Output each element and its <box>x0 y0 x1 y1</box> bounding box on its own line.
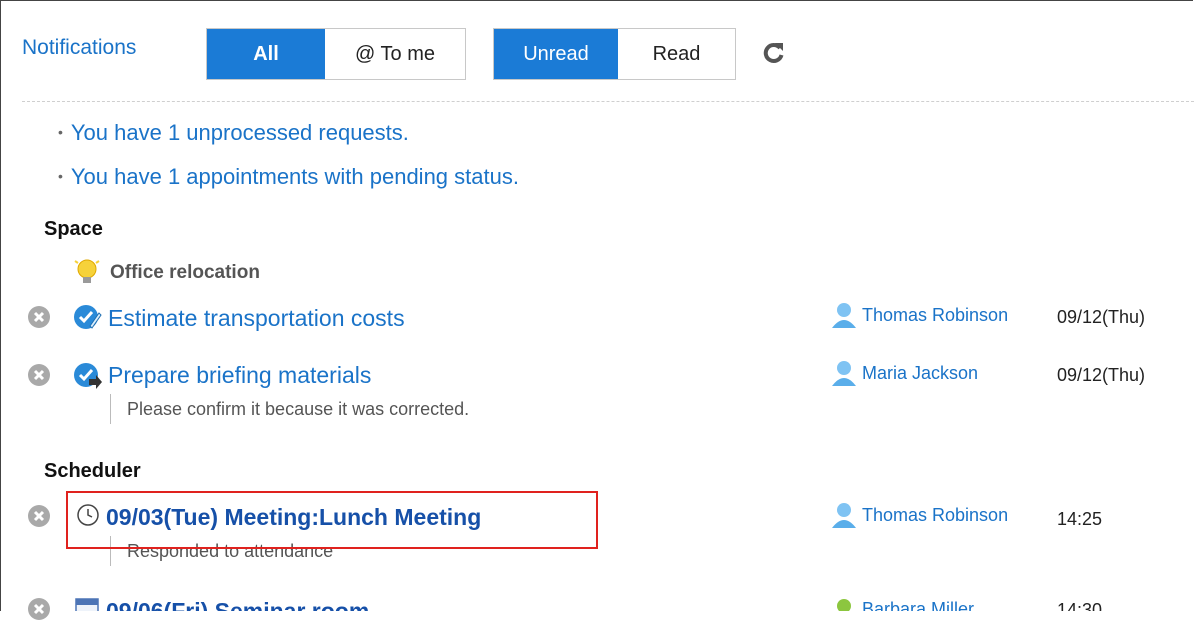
space-section-heading: Space <box>44 218 103 240</box>
notification-comment: Please confirm it because it was correct… <box>110 394 469 424</box>
page-title: Notifications <box>22 36 137 59</box>
user-name-link[interactable]: Maria Jackson <box>862 363 978 384</box>
tab-read[interactable]: Read <box>618 29 735 79</box>
user-icon <box>830 302 858 328</box>
user-icon <box>830 598 858 611</box>
notification-date: 14:30 <box>1057 600 1103 611</box>
pending-appointments-link[interactable]: You have 1 appointments with pending sta… <box>58 164 519 190</box>
user-name-link[interactable]: Thomas Robinson <box>862 505 1008 526</box>
user-name-link[interactable]: Thomas Robinson <box>862 305 1008 326</box>
space-item-link[interactable]: Prepare briefing materials <box>108 362 371 389</box>
space-item-link[interactable]: Estimate transportation costs <box>108 305 405 332</box>
dismiss-button[interactable] <box>28 306 50 328</box>
calendar-icon <box>74 597 100 611</box>
tab-unread[interactable]: Unread <box>494 29 618 79</box>
task-check-icon <box>72 302 102 332</box>
lightbulb-icon <box>72 256 102 286</box>
dismiss-button[interactable] <box>28 505 50 527</box>
scheduler-section-heading: Scheduler <box>44 460 141 482</box>
schedule-item-link[interactable]: 09/06(Fri) Seminar room <box>106 598 369 611</box>
unprocessed-requests-link[interactable]: You have 1 unprocessed requests. <box>58 120 409 146</box>
notification-date: 14:25 <box>1057 509 1103 529</box>
notification-date: 09/12(Thu) <box>1057 365 1146 385</box>
tab-to-me[interactable]: @ To me <box>325 29 465 79</box>
notification-date: 09/12(Thu) <box>1057 307 1146 327</box>
dismiss-button[interactable] <box>28 364 50 386</box>
dismiss-button[interactable] <box>28 598 50 620</box>
user-icon <box>830 502 858 528</box>
read-status-tab-group: Unread Read <box>493 28 736 80</box>
user-name-link[interactable]: Barbara Miller <box>862 599 974 611</box>
filter-tab-group: All @ To me <box>206 28 466 80</box>
user-icon <box>830 360 858 386</box>
refresh-icon[interactable] <box>763 42 785 64</box>
highlight-box <box>66 491 598 549</box>
tab-all[interactable]: All <box>207 29 325 79</box>
header-divider <box>22 101 1194 102</box>
task-forward-icon <box>72 360 102 390</box>
space-group-name: Office relocation <box>110 262 260 283</box>
